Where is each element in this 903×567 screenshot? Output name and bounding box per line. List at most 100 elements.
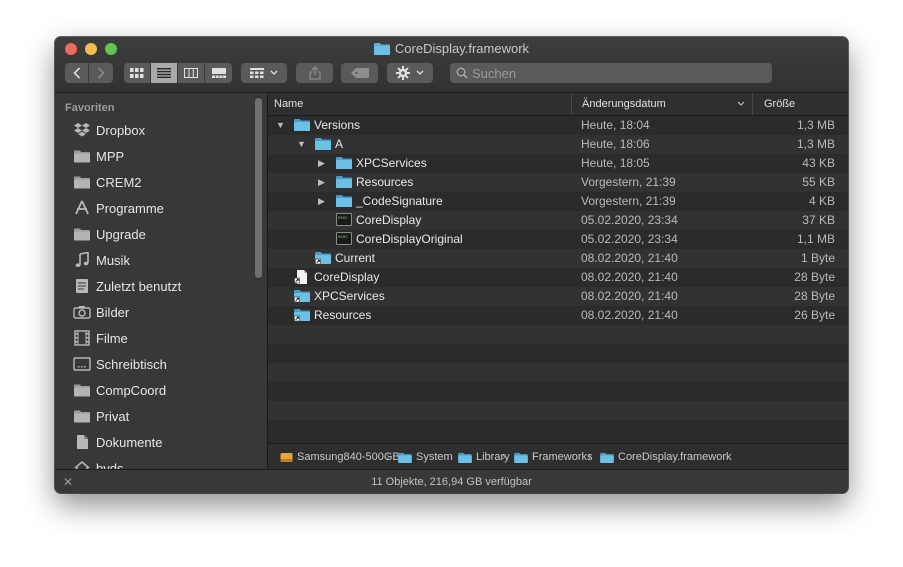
sidebar-item-mpp[interactable]: MPP [73,145,124,167]
column-divider[interactable] [571,93,572,115]
sidebar-item-dropbox[interactable]: Dropbox [73,119,145,141]
table-row[interactable]: Current 08.02.2020, 21:40 1 Byte [268,249,848,268]
folder-icon [398,452,412,463]
file-date: Heute, 18:06 [581,137,650,151]
file-name: A [335,137,344,151]
file-date: 05.02.2020, 23:34 [581,213,678,227]
file-name: XPCServices [356,156,427,170]
breadcrumb-item[interactable]: System [398,444,453,470]
executable-icon: exec [336,213,352,229]
applications-icon [73,199,91,217]
disclosure-closed-icon[interactable]: ▶ [318,192,325,211]
column-header-size[interactable]: Größe [764,93,795,115]
home-icon [73,459,91,469]
column-header: Name Änderungsdatum Größe [268,93,848,116]
window-title: CoreDisplay.framework [55,41,848,59]
column-divider[interactable] [752,93,753,115]
folder-alias-icon [294,289,310,305]
breadcrumb-separator-icon: › [588,451,592,463]
tags-button[interactable] [341,63,378,83]
sidebar-item-label: CREM2 [96,174,142,190]
folder-alias-icon [294,308,310,324]
empty-row [268,420,848,439]
sidebar-item-label: Schreibtisch [96,356,167,372]
table-row[interactable]: Resources 08.02.2020, 21:40 26 Byte [268,306,848,325]
disclosure-open-icon[interactable]: ▼ [276,116,285,135]
sidebar-item-zuletzt-benutzt[interactable]: Zuletzt benutzt [73,275,181,297]
table-row[interactable]: ▼ A Heute, 18:06 1,3 MB [268,135,848,154]
file-size: 1,3 MB [796,137,835,151]
file-date: Heute, 18:05 [581,156,650,170]
sidebar-item-upgrade[interactable]: Upgrade [73,223,146,245]
sidebar-item-schreibtisch[interactable]: Schreibtisch [73,353,167,375]
file-size: 37 KB [802,213,835,227]
path-bar: Samsung840-500GB › System › Library › Framewor… [268,443,848,470]
chevron-down-icon [270,70,278,75]
breadcrumb-item[interactable]: Samsung840-500GB [280,444,400,470]
folder-icon [373,42,390,59]
action-menu-button[interactable] [387,63,433,83]
column-header-date[interactable]: Änderungsdatum [582,93,666,115]
forward-button[interactable] [89,63,113,83]
breadcrumb-item[interactable]: CoreDisplay.framework [600,444,732,470]
table-row[interactable]: ▶ _CodeSignature Vorgestern, 21:39 4 KB [268,192,848,211]
column-header-name[interactable]: Name [274,93,303,115]
icon-view-button[interactable] [124,63,151,83]
file-date: 05.02.2020, 23:34 [581,232,678,246]
table-row[interactable]: ▶ Resources Vorgestern, 21:39 55 KB [268,173,848,192]
gallery-view-button[interactable] [205,63,232,83]
sidebar-item-label: Privat [96,408,130,424]
sidebar-item-dokumente[interactable]: Dokumente [73,431,162,453]
sidebar-item-compcoord[interactable]: CompCoord [73,379,166,401]
document-icon [73,433,91,451]
empty-row [268,382,848,401]
table-row[interactable]: CoreDisplay 08.02.2020, 21:40 28 Byte [268,268,848,287]
view-mode-control [124,63,232,83]
breadcrumb-separator-icon: › [502,451,506,463]
window-title-text: CoreDisplay.framework [394,41,530,56]
disclosure-open-icon[interactable]: ▼ [297,135,306,154]
folder-icon [514,452,528,463]
sidebar-item-label: bvds [96,460,124,470]
file-size: 43 KB [802,156,835,170]
table-row[interactable]: XPCServices 08.02.2020, 21:40 28 Byte [268,287,848,306]
file-name: CoreDisplay [314,270,380,284]
status-bar: ✕ 11 Objekte, 216,94 GB verfügbar [55,469,848,493]
sidebar-item-crem2[interactable]: CREM2 [73,171,142,193]
group-by-button[interactable] [241,63,287,83]
sidebar-item-bvds[interactable]: bvds [73,457,123,469]
folder-icon [73,381,91,399]
column-view-button[interactable] [178,63,205,83]
back-button[interactable] [65,63,89,83]
disclosure-closed-icon[interactable]: ▶ [318,154,325,173]
sidebar-item-programme[interactable]: Programme [73,197,164,219]
disclosure-closed-icon[interactable]: ▶ [318,173,325,192]
sidebar-item-label: Upgrade [96,226,146,242]
sidebar-item-musik[interactable]: Musik [73,249,130,271]
breadcrumb-item[interactable]: Frameworks [514,444,593,470]
sidebar-item-label: Bilder [96,304,130,320]
folder-icon [315,137,331,153]
table-row[interactable]: ▶ XPCServices Heute, 18:05 43 KB [268,154,848,173]
folder-icon [73,147,91,165]
sidebar: Favoriten Dropbox MPP CREM2 Programme Upgrad… [55,93,267,469]
folder-alias-icon [315,251,331,267]
search-input[interactable] [450,63,772,83]
file-size: 1,3 MB [796,118,835,132]
table-row[interactable]: ▼ Versions Heute, 18:04 1,3 MB [268,116,848,135]
executable-icon: exec [336,232,352,248]
file-date: 08.02.2020, 21:40 [581,251,678,265]
list-view-button[interactable] [151,63,178,83]
search-icon [456,67,468,79]
sidebar-item-filme[interactable]: Filme [73,327,128,349]
file-size: 1,1 MB [796,232,835,246]
camera-icon [73,303,91,321]
table-row[interactable]: exec CoreDisplay 05.02.2020, 23:34 37 KB [268,211,848,230]
sidebar-item-bilder[interactable]: Bilder [73,301,129,323]
share-button[interactable] [296,63,333,83]
sidebar-heading: Favoriten [65,102,115,114]
sidebar-scrollbar[interactable] [255,98,262,278]
sidebar-item-privat[interactable]: Privat [73,405,129,427]
file-name: Resources [314,308,372,322]
table-row[interactable]: exec CoreDisplayOriginal 05.02.2020, 23:34… [268,230,848,249]
